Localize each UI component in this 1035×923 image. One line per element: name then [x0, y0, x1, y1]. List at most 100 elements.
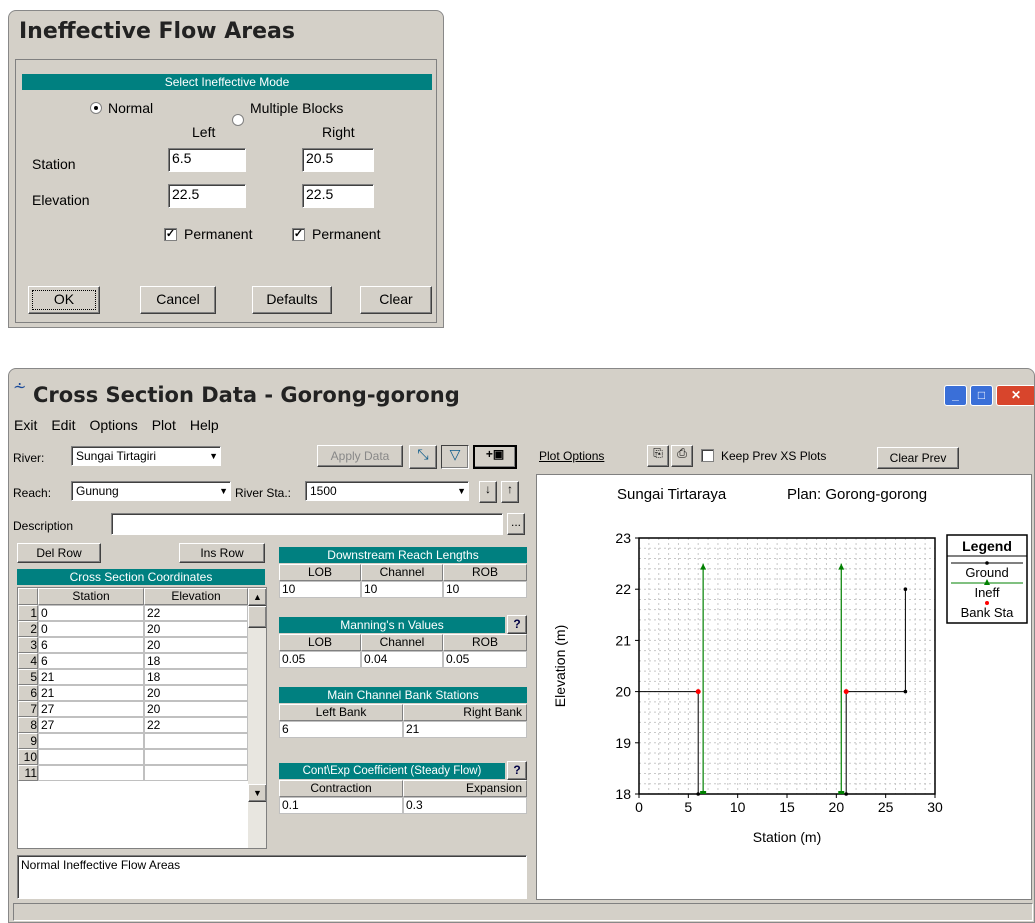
ok-button[interactable]: OK	[28, 286, 100, 314]
y-tick-label: 21	[615, 632, 631, 648]
arrow-up-icon[interactable]: ↑	[501, 481, 519, 503]
plot-area: Sungai Tirtaraya Plan: Gorong-gorong 0 5 10 1…	[536, 474, 1032, 900]
interpolate-icon[interactable]: ⤡	[409, 445, 437, 469]
station-cell[interactable]: 21	[38, 669, 144, 685]
station-cell[interactable]: 21	[38, 685, 144, 701]
station-cell[interactable]	[38, 765, 144, 781]
elevation-cell[interactable]: 18	[144, 653, 248, 669]
print-icon[interactable]: ⎙	[671, 445, 693, 467]
left-col-label: Left	[192, 124, 216, 140]
ineff-marker	[700, 563, 707, 570]
station-cell[interactable]: 0	[38, 605, 144, 621]
x-tick-label: 20	[829, 799, 845, 815]
coords-scrollbar[interactable]: ▲ ▼	[248, 588, 266, 848]
station-cell[interactable]: 0	[38, 621, 144, 637]
x-tick-label: 0	[635, 799, 643, 815]
elevation-cell[interactable]	[144, 733, 248, 749]
river-select[interactable]: Sungai Tirtagiri ▼	[71, 446, 221, 466]
mn-lob-header: LOB	[279, 634, 361, 651]
mn-lob-input[interactable]: 0.05	[279, 651, 361, 668]
station-cell[interactable]: 6	[38, 653, 144, 669]
minimize-icon[interactable]: _	[944, 385, 967, 406]
expansion-input[interactable]: 0.3	[403, 797, 527, 814]
elevation-cell[interactable]	[144, 765, 248, 781]
elevation-cell[interactable]: 22	[144, 717, 248, 733]
station-cell[interactable]	[38, 733, 144, 749]
elevation-cell[interactable]: 20	[144, 637, 248, 653]
cancel-button-label: Cancel	[156, 291, 200, 307]
close-icon[interactable]: ✕	[996, 385, 1034, 406]
river-label: River:	[13, 451, 45, 465]
menu-help[interactable]: Help	[190, 415, 219, 437]
reach-select[interactable]: Gunung ▼	[71, 481, 231, 501]
menu-exit[interactable]: Exit	[14, 415, 37, 437]
channel-shape-icon[interactable]: ▽	[441, 445, 469, 469]
del-row-button[interactable]: Del Row	[17, 543, 101, 563]
maximize-icon[interactable]: □	[970, 385, 993, 406]
description-input[interactable]	[111, 513, 503, 535]
river-sta-select[interactable]: 1500 ▼	[305, 481, 469, 501]
station-cell[interactable]: 27	[38, 701, 144, 717]
menu-options[interactable]: Options	[89, 415, 137, 437]
mn-rob-header: ROB	[443, 634, 527, 651]
mn-rob-input[interactable]: 0.05	[443, 651, 527, 668]
station-cell[interactable]: 6	[38, 637, 144, 653]
elevation-cell[interactable]: 20	[144, 621, 248, 637]
ground-point	[903, 689, 908, 694]
elevation-right-input[interactable]: 22.5	[302, 184, 374, 208]
elevation-cell[interactable]	[144, 749, 248, 765]
station-right-input[interactable]: 20.5	[302, 148, 374, 172]
station-cell[interactable]: 27	[38, 717, 144, 733]
clear-prev-button[interactable]: Clear Prev	[877, 447, 959, 469]
station-cell[interactable]	[38, 749, 144, 765]
mannings-help-icon[interactable]: ?	[507, 615, 527, 634]
elevation-cell[interactable]: 20	[144, 701, 248, 717]
menu-edit[interactable]: Edit	[51, 415, 75, 437]
contraction-input[interactable]: 0.1	[279, 797, 403, 814]
normal-radio[interactable]	[90, 102, 102, 114]
menu-bar: Exit Edit Options Plot Help	[9, 415, 1034, 437]
apply-data-button[interactable]: Apply Data	[317, 445, 403, 467]
xs-chart: Sungai Tirtaraya Plan: Gorong-gorong 0 5 10 1…	[552, 486, 1028, 845]
status-bar	[13, 903, 1033, 921]
arrow-down-icon[interactable]: ↓	[479, 481, 497, 503]
station-left-input[interactable]: 6.5	[168, 148, 246, 172]
copy-icon[interactable]: ⎘	[647, 445, 669, 467]
description-more-button[interactable]: ...	[507, 513, 525, 535]
row-number: 9	[18, 733, 38, 749]
keep-prev-checkbox[interactable]	[701, 449, 714, 462]
elevation-left-input[interactable]: 22.5	[168, 184, 246, 208]
permanent-right-checkbox[interactable]: ✓	[292, 228, 305, 241]
defaults-button[interactable]: Defaults	[252, 286, 332, 314]
elevation-cell[interactable]: 22	[144, 605, 248, 621]
clear-button[interactable]: Clear	[360, 286, 432, 314]
contexp-help-icon[interactable]: ?	[507, 761, 527, 780]
menu-plot[interactable]: Plot	[152, 415, 176, 437]
scroll-up-icon[interactable]: ▲	[248, 588, 266, 606]
ground-point	[696, 792, 700, 796]
y-tick-label: 20	[615, 684, 631, 700]
ds-channel-input[interactable]: 10	[361, 581, 443, 598]
scroll-down-icon[interactable]: ▼	[248, 784, 266, 802]
y-tick-label: 19	[615, 735, 631, 751]
right-bank-input[interactable]: 21	[403, 721, 527, 738]
ds-channel-header: Channel	[361, 564, 443, 581]
mn-channel-input[interactable]: 0.04	[361, 651, 443, 668]
ds-rob-input[interactable]: 10	[443, 581, 527, 598]
col-elevation-header: Elevation	[144, 588, 248, 605]
multiple-blocks-radio[interactable]	[232, 114, 244, 126]
window-icon: ⩪	[13, 379, 27, 396]
ds-lob-input[interactable]: 10	[279, 581, 361, 598]
cancel-button[interactable]: Cancel	[140, 286, 216, 314]
ins-row-button[interactable]: Ins Row	[179, 543, 265, 563]
chart-title: Sungai Tirtaraya	[617, 486, 727, 503]
plot-options-link[interactable]: Plot Options	[539, 449, 604, 463]
add-picture-icon[interactable]: +▣	[473, 445, 517, 469]
scroll-thumb[interactable]	[248, 606, 266, 628]
permanent-left-checkbox[interactable]: ✓	[164, 228, 177, 241]
keep-prev-label: Keep Prev XS Plots	[721, 449, 827, 463]
row-number: 8	[18, 717, 38, 733]
elevation-cell[interactable]: 18	[144, 669, 248, 685]
left-bank-input[interactable]: 6	[279, 721, 403, 738]
elevation-cell[interactable]: 20	[144, 685, 248, 701]
